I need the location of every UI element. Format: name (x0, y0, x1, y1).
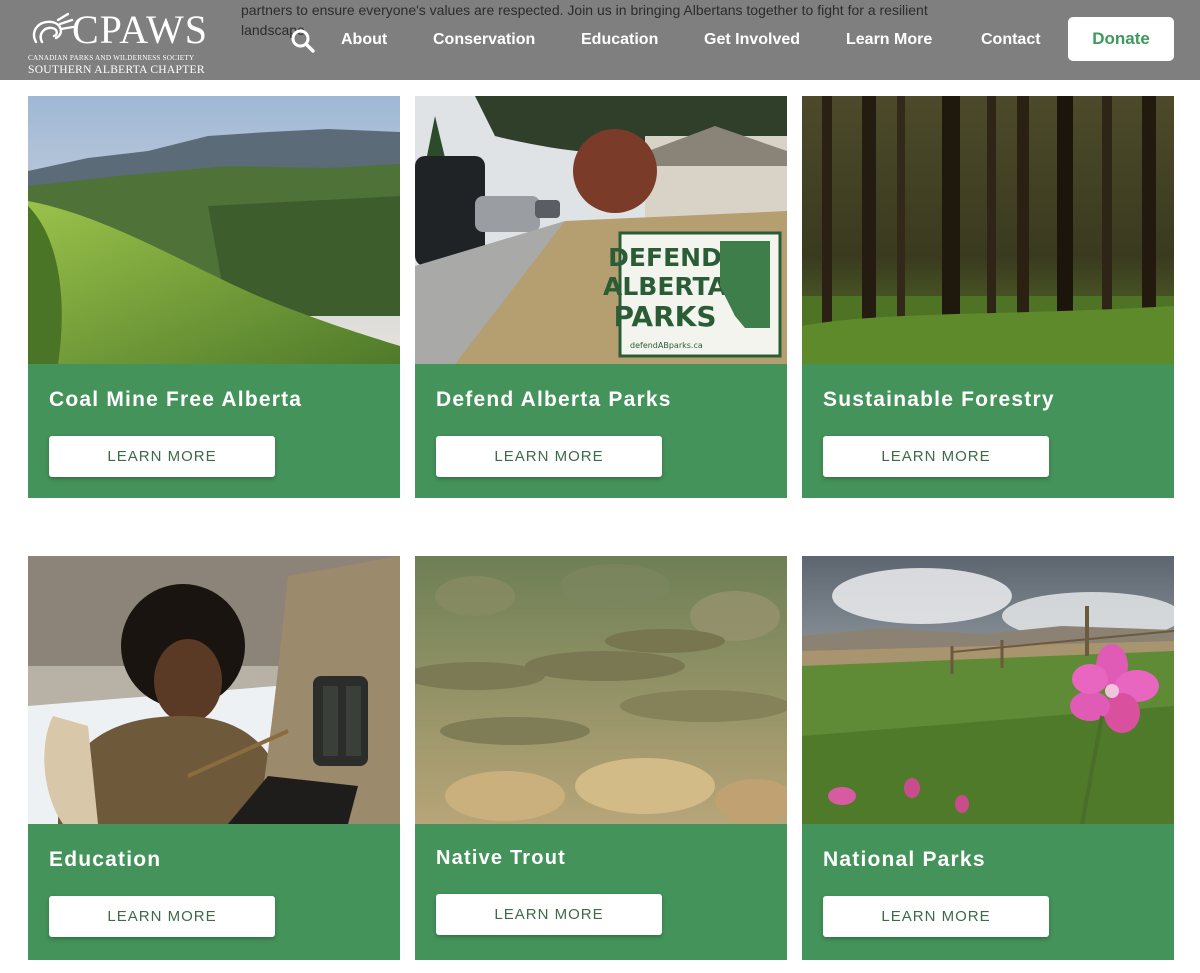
card-body: Coal Mine Free Alberta LEARN MORE (28, 364, 400, 498)
card-education: Education LEARN MORE (28, 556, 400, 960)
card-image-trout-underwater (415, 556, 787, 824)
logo-wordmark: CPAWS (72, 7, 208, 52)
search-button[interactable] (290, 28, 316, 54)
sign-line-3: PARKS (613, 300, 716, 333)
logo-subtitle-chapter: SOUTHERN ALBERTA CHAPTER (28, 64, 205, 76)
sign-line-2: ALBERTA (603, 272, 728, 301)
card-body: Native Trout LEARN MORE (415, 824, 787, 958)
card-defend-alberta-parks: DEFEND ALBERTA PARKS defendABparks.ca De… (415, 96, 787, 498)
nav-contact[interactable]: Contact (981, 31, 1041, 49)
card-title: Sustainable Forestry (823, 388, 1055, 411)
learn-more-button[interactable]: LEARN MORE (436, 894, 662, 935)
card-native-trout: Native Trout LEARN MORE (415, 556, 787, 960)
card-image-mountain-meadow (28, 96, 400, 364)
swirl-logo-icon (32, 12, 74, 44)
donate-button[interactable]: Donate (1068, 17, 1174, 61)
nav-about[interactable]: About (341, 31, 387, 49)
nav-get-involved[interactable]: Get Involved (704, 31, 800, 49)
card-image-child-with-binoculars (28, 556, 400, 824)
search-icon (291, 29, 315, 53)
card-image-lawn-sign: DEFEND ALBERTA PARKS defendABparks.ca (415, 96, 787, 364)
cpaws-logo[interactable]: CPAWS CANADIAN PARKS AND WILDERNESS SOCI… (28, 8, 218, 77)
sign-line-1: DEFEND (608, 243, 722, 272)
site-header: partners to ensure everyone's values are… (0, 0, 1200, 80)
nav-education[interactable]: Education (581, 31, 658, 49)
learn-more-button[interactable]: LEARN MORE (49, 436, 275, 477)
card-body: Defend Alberta Parks LEARN MORE (415, 364, 787, 498)
learn-more-button[interactable]: LEARN MORE (49, 896, 275, 937)
card-title: National Parks (823, 848, 986, 871)
card-body: National Parks LEARN MORE (802, 824, 1174, 958)
learn-more-button[interactable]: LEARN MORE (823, 436, 1049, 477)
card-sustainable-forestry: Sustainable Forestry LEARN MORE (802, 96, 1174, 498)
card-body: Education LEARN MORE (28, 824, 400, 958)
card-title: Coal Mine Free Alberta (49, 388, 303, 411)
card-title: Native Trout (436, 847, 566, 869)
nav-learn-more[interactable]: Learn More (846, 31, 932, 49)
sign-url: defendABparks.ca (630, 341, 703, 350)
card-body: Sustainable Forestry LEARN MORE (802, 364, 1174, 498)
card-image-prairie-flower (802, 556, 1174, 824)
learn-more-button[interactable]: LEARN MORE (436, 436, 662, 477)
nav-conservation[interactable]: Conservation (433, 31, 535, 49)
card-coal-mine-free-alberta: Coal Mine Free Alberta LEARN MORE (28, 96, 400, 498)
card-national-parks: National Parks LEARN MORE (802, 556, 1174, 960)
card-title: Defend Alberta Parks (436, 388, 672, 411)
learn-more-button[interactable]: LEARN MORE (823, 896, 1049, 937)
card-image-forest (802, 96, 1174, 364)
logo-subtitle-society: CANADIAN PARKS AND WILDERNESS SOCIETY (28, 54, 195, 62)
card-title: Education (49, 848, 162, 871)
